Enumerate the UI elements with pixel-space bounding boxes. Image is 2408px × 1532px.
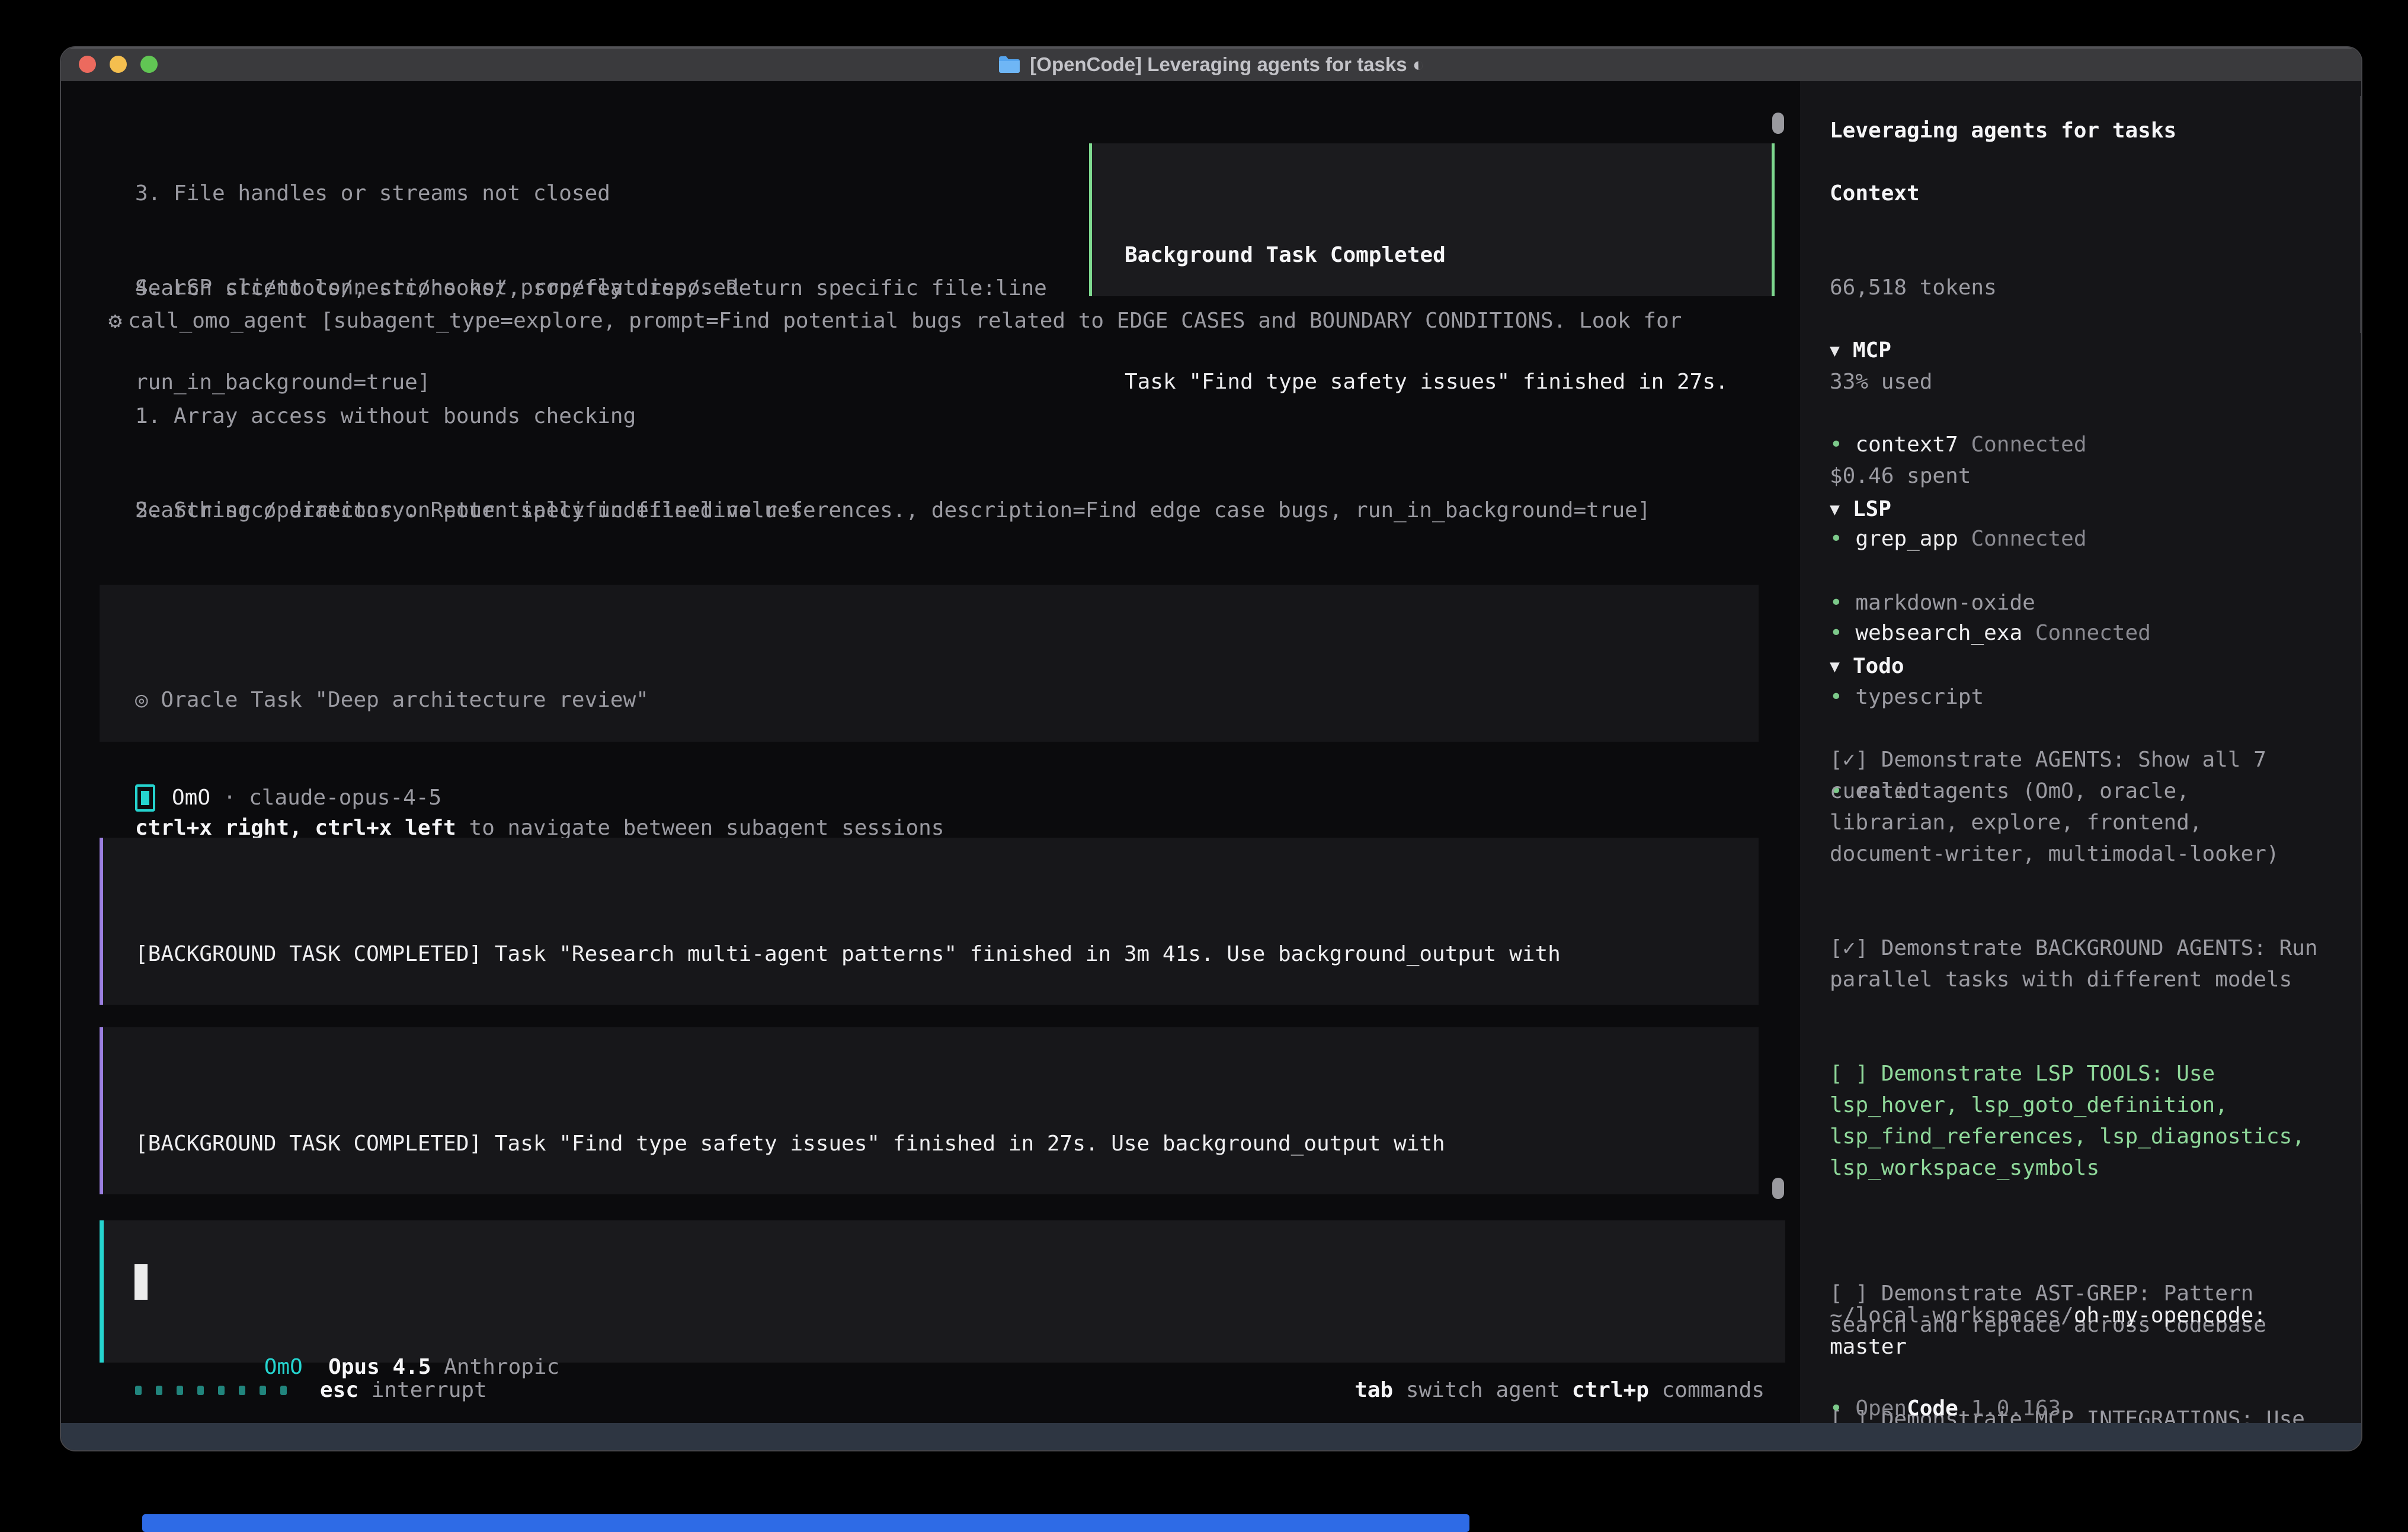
toast-title: Background Task Completed [1125, 239, 1772, 271]
app-version: 1.0.163 [1958, 1396, 2061, 1421]
todo-item-active: [ ] Demonstrate LSP TOOLS: Use lsp_hover… [1830, 1058, 2324, 1184]
app-window: [OpenCode] Leveraging agents for tasks ◐… [60, 46, 2362, 1451]
oracle-task-title: ◎ Oracle Task "Deep architecture review" [135, 684, 1759, 716]
status-left: esc interrupt [135, 1374, 487, 1406]
close-button[interactable] [79, 56, 96, 73]
tool-call-tail: Search src/ directory. Return specific f… [135, 495, 1651, 526]
mcp-item: • context7 Connected [1830, 429, 2324, 460]
chevron-down-icon: ▼ [1830, 335, 1840, 366]
lsp-section-header[interactable]: ▼ LSP [1830, 493, 2324, 525]
content-area: 3. File handles or streams not closed 4.… [61, 81, 2361, 1425]
window-title-text: [OpenCode] Leveraging agents for tasks ◐ [1030, 53, 1424, 76]
shortcut-keys: ctrl+x right, ctrl+x left [135, 816, 456, 840]
lsp-name: markdown-oxide [1855, 591, 2035, 615]
tab-hint: tab switch agent [1354, 1374, 1560, 1406]
activity-dots-icon [135, 1386, 287, 1395]
terminal-pane[interactable]: 3. File handles or streams not closed 4.… [61, 81, 1800, 1425]
status-right: tab switch agent ctrl+p commands [1354, 1374, 1765, 1406]
mcp-heading: MCP [1853, 335, 1891, 366]
task-result-box: [BACKGROUND TASK COMPLETED] Task "Find t… [100, 1027, 1759, 1194]
session-title: Leveraging agents for tasks [1830, 115, 2324, 146]
mcp-section-header[interactable]: ▼ MCP [1830, 335, 2324, 366]
agent-header: OmO · claude-opus-4-5 [135, 782, 441, 813]
list-item: 1. Array access without bounds checking [135, 400, 957, 432]
titlebar: [OpenCode] Leveraging agents for tasks ◐ [61, 47, 2361, 81]
status-dot-icon: • [1830, 591, 1843, 615]
todo-item-done: [✓] Demonstrate AGENTS: Show all 7 curat… [1830, 744, 2324, 870]
window-title: [OpenCode] Leveraging agents for tasks ◐ [998, 53, 1424, 76]
mcp-status: Connected [1958, 432, 2087, 457]
lsp-item: • markdown-oxide [1830, 587, 2324, 618]
agent-model: claude-opus-4-5 [249, 782, 441, 813]
agent-name: OmO [172, 782, 210, 813]
workspace-prefix: ~/local-workspaces/ [1830, 1303, 2074, 1328]
workspace-path: ~/local-workspaces/oh-my-opencode: maste… [1830, 1300, 2324, 1363]
ctrlp-label: commands [1649, 1378, 1765, 1402]
log-line: 3. File handles or streams not closed [135, 178, 739, 209]
oracle-task-panel: ◎ Oracle Task "Deep architecture review"… [100, 585, 1759, 742]
folder-icon [998, 55, 1020, 74]
tab-key: tab [1354, 1378, 1393, 1402]
main-scrollbar-thumb[interactable] [1772, 113, 1784, 134]
agent-separator: · [210, 782, 249, 813]
status-bar: esc interrupt tab switch agent ctrl+p co… [135, 1374, 1765, 1406]
esc-label: interrupt [358, 1374, 487, 1406]
todo-section-header[interactable]: ▼ Todo [1830, 650, 2324, 682]
minimize-button[interactable] [110, 56, 127, 73]
tab-label: switch agent [1393, 1378, 1560, 1402]
todo-heading: Todo [1853, 650, 1904, 682]
chevron-down-icon: ▼ [1830, 493, 1840, 525]
session-sidebar: Leveraging agents for tasks Context 66,5… [1800, 81, 2361, 1425]
ctrlp-key: ctrl+p [1572, 1378, 1649, 1402]
prompt-input[interactable]: OmO Opus 4.5 Anthropic [100, 1220, 1785, 1363]
traffic-lights [79, 47, 158, 81]
todo-item-done: [✓] Demonstrate BACKGROUND AGENTS: Run p… [1830, 932, 2324, 995]
task-result-box: [BACKGROUND TASK COMPLETED] Task "Resear… [100, 838, 1759, 1005]
chevron-down-icon: ▼ [1830, 650, 1840, 682]
zoom-button[interactable] [140, 56, 158, 73]
text-cursor [135, 1264, 148, 1300]
mcp-name: context7 [1855, 432, 1958, 457]
background-window-strip [142, 1514, 1469, 1532]
lsp-heading: LSP [1853, 493, 1891, 525]
status-dot-icon: • [1830, 432, 1843, 457]
app-name-dim: Open [1855, 1396, 1907, 1421]
version-row: • OpenCode 1.0.163 [1830, 1393, 2324, 1424]
toast-body: Task "Find type safety issues" finished … [1125, 366, 1772, 398]
background-task-toast: Background Task Completed Task "Find typ… [1089, 143, 1775, 296]
gear-icon: ⚙ [108, 305, 122, 336]
app-name-bold: Code [1907, 1396, 1958, 1421]
main-scrollbar-thumb[interactable] [1772, 1178, 1784, 1199]
ctrlp-hint: ctrl+p commands [1572, 1374, 1765, 1406]
shortcut-label: to navigate between subagent sessions [456, 816, 944, 840]
context-tokens: 66,518 tokens [1830, 272, 2324, 303]
window-footer [61, 1423, 2361, 1450]
esc-key: esc [320, 1374, 358, 1406]
status-dot-icon: • [1830, 1396, 1843, 1421]
omo-agent-icon [135, 784, 155, 812]
context-heading: Context [1830, 178, 2324, 209]
task-line: [BACKGROUND TASK COMPLETED] Task "Find t… [135, 1128, 1759, 1159]
prompt-line: Search src/tools/, src/hooks/, src/featu… [135, 273, 1047, 304]
task-line: [BACKGROUND TASK COMPLETED] Task "Resear… [135, 938, 1759, 970]
